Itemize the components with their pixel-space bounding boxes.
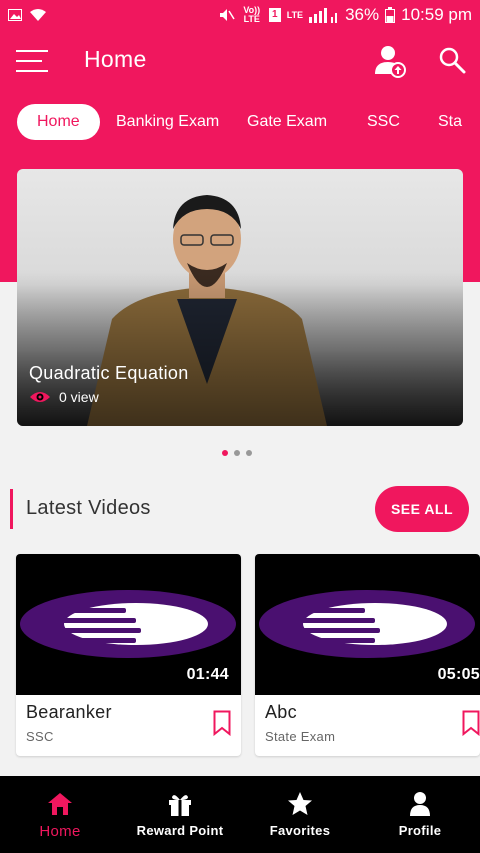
bottom-navigation: Home Reward Point Favorites Profile <box>0 776 480 853</box>
nav-favorites[interactable]: Favorites <box>240 776 360 853</box>
volte-indicator: Vo)) LTE <box>243 5 261 24</box>
wifi-icon <box>30 8 46 21</box>
tab-ssc[interactable]: SSC <box>367 104 400 140</box>
nav-label: Reward Point <box>136 823 224 838</box>
nav-home[interactable]: Home <box>0 776 120 853</box>
lte-indicator: LTE <box>286 9 304 20</box>
video-title: Bearanker <box>26 702 112 722</box>
nav-profile[interactable]: Profile <box>360 776 480 853</box>
app-bar: Home <box>0 30 480 90</box>
carousel-dot-2[interactable] <box>234 450 240 456</box>
bookmark-icon[interactable] <box>462 710 480 736</box>
tab-home[interactable]: Home <box>17 104 100 140</box>
nav-reward-point[interactable]: Reward Point <box>120 776 240 853</box>
status-bar: Vo)) LTE 1 LTE 36% 10:59 pm <box>0 0 480 30</box>
featured-video-title: Quadratic Equation <box>29 363 189 383</box>
clock: 10:59 pm <box>401 5 472 24</box>
featured-video[interactable]: Quadratic Equation 0 view <box>17 169 463 426</box>
tab-state-exam[interactable]: Sta <box>438 104 462 140</box>
video-category: State Exam <box>265 729 336 744</box>
eye-icon <box>30 392 50 402</box>
tab-gate-exam[interactable]: Gate Exam <box>247 104 327 140</box>
see-all-button[interactable]: SEE ALL <box>375 486 469 532</box>
video-duration: 05:05 <box>437 666 480 683</box>
carousel-dot-1[interactable] <box>222 450 228 456</box>
app-screen: Vo)) LTE 1 LTE 36% 10:59 pm Home Home Ba… <box>0 0 480 853</box>
section-accent-bar <box>10 489 13 529</box>
video-title: Abc <box>265 702 297 722</box>
nav-label: Favorites <box>269 823 331 838</box>
video-duration: 01:44 <box>186 666 229 683</box>
menu-icon[interactable] <box>16 50 48 72</box>
featured-video-views: 0 view <box>29 389 99 405</box>
bookmark-icon[interactable] <box>213 710 231 736</box>
video-thumbnail: 05:05 <box>255 554 480 695</box>
video-thumbnail: 01:44 <box>16 554 241 695</box>
star-icon <box>288 792 312 815</box>
view-count: 0 view <box>59 389 99 405</box>
gallery-icon <box>8 9 22 21</box>
nav-label: Profile <box>398 823 442 838</box>
search-icon[interactable] <box>438 46 466 74</box>
mute-icon <box>219 9 235 21</box>
home-icon <box>48 793 72 815</box>
video-card[interactable]: 05:05 Abc State Exam <box>255 554 480 756</box>
carousel-dot-3[interactable] <box>246 450 252 456</box>
signal-icon <box>309 8 338 23</box>
carousel-indicator <box>222 450 252 456</box>
video-card[interactable]: 01:44 Bearanker SSC <box>16 554 241 756</box>
video-category: SSC <box>26 729 54 744</box>
sim-indicator: 1 <box>268 8 281 22</box>
tab-banking-exam[interactable]: Banking Exam <box>116 104 219 140</box>
category-tabs: Home Banking Exam Gate Exam SSC Sta <box>0 104 480 142</box>
section-title: Latest Videos <box>26 497 151 519</box>
account-upload-icon[interactable] <box>374 44 406 78</box>
nav-label: Home <box>39 823 81 840</box>
battery-icon <box>385 7 396 23</box>
page-title: Home <box>84 46 147 72</box>
thumbnail-gradient <box>17 169 463 426</box>
battery-percent: 36% <box>345 5 380 24</box>
gift-icon <box>169 795 191 816</box>
person-icon <box>410 792 430 816</box>
